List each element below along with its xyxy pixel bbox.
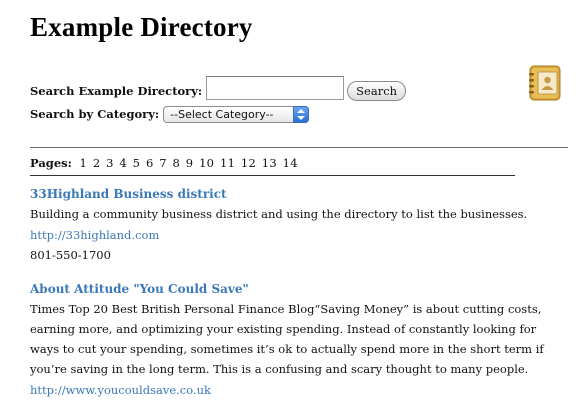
page-link-2[interactable]: 2 (93, 156, 101, 170)
listing-description: Building a community business district a… (30, 207, 528, 221)
category-select[interactable]: --Select Category-- (163, 105, 310, 123)
divider (30, 147, 568, 148)
listing-url-link[interactable]: http://www.youcouldsave.co.uk (30, 380, 550, 400)
search-input[interactable] (206, 76, 345, 100)
listing-title-link[interactable]: About Attitude "You Could Save" (30, 279, 550, 299)
page-link-3[interactable]: 3 (106, 156, 114, 170)
category-label: Search by Category: (30, 107, 160, 121)
page-link-5[interactable]: 5 (133, 156, 141, 170)
page-link-14[interactable]: 14 (283, 156, 298, 170)
listing-list: 33Highland Business district Building a … (30, 184, 550, 414)
search-button[interactable]: Search (347, 81, 407, 101)
page-link-4[interactable]: 4 (119, 156, 127, 170)
list-item: About Attitude "You Could Save" Times To… (30, 279, 550, 400)
search-label: Search Example Directory: (30, 84, 203, 98)
page-link-1[interactable]: 1 (80, 156, 88, 170)
page-link-7[interactable]: 7 (159, 156, 167, 170)
search-form: Search Example Directory: Search Search … (30, 76, 430, 126)
page-title: Example Directory (30, 12, 253, 42)
updown-arrows-icon (293, 105, 310, 123)
listing-url-link[interactable]: http://33highland.com (30, 225, 550, 245)
address-book-icon[interactable] (527, 64, 563, 102)
page-link-9[interactable]: 9 (186, 156, 194, 170)
category-select-value: --Select Category-- (170, 107, 274, 121)
page-link-8[interactable]: 8 (173, 156, 181, 170)
page-link-13[interactable]: 13 (262, 156, 277, 170)
page-link-12[interactable]: 12 (241, 156, 256, 170)
search-row: Search Example Directory: Search (30, 76, 430, 102)
page-link-10[interactable]: 10 (199, 156, 214, 170)
page-link-6[interactable]: 6 (146, 156, 154, 170)
listing-phone: 801-550-1700 (30, 248, 111, 262)
listing-title-link[interactable]: 33Highland Business district (30, 184, 550, 204)
category-row: Search by Category: --Select Category-- (30, 103, 430, 125)
list-item: 33Highland Business district Building a … (30, 184, 550, 265)
listing-description: Times Top 20 Best British Personal Finan… (30, 302, 544, 376)
pagination: Pages: 1 2 3 4 5 6 7 8 9 10 11 12 13 14 (30, 156, 515, 176)
pagination-label: Pages: (30, 156, 72, 170)
page-link-11[interactable]: 11 (220, 156, 235, 170)
